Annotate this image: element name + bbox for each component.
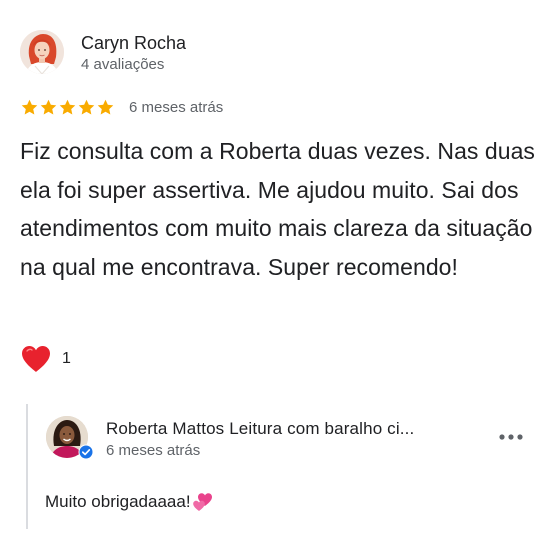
owner-reply-text: Muito obrigadaaaa! [45, 492, 214, 512]
star-icon [40, 99, 57, 114]
review-text: Fiz consulta com a Roberta duas vezes. N… [20, 138, 535, 280]
reviewer-avatar-image [20, 30, 64, 74]
verified-badge-icon [78, 444, 94, 460]
heart-icon [22, 346, 50, 372]
review-date: 6 meses atrás [129, 98, 224, 116]
reviewer-avatar[interactable] [20, 30, 64, 74]
star-rating [20, 98, 115, 117]
owner-reply-message: Muito obrigadaaaa! [45, 492, 191, 511]
reviewer-review-count: 4 avaliações [81, 56, 165, 73]
reaction-button[interactable]: 1 [20, 344, 71, 374]
more-options-icon[interactable] [498, 432, 524, 442]
reaction-count: 1 [62, 350, 71, 367]
owner-reply-date: 6 meses atrás [106, 442, 201, 459]
star-icon [21, 99, 38, 114]
rating-row: 6 meses atrás [20, 96, 223, 118]
reviewer-name[interactable]: Caryn Rocha [81, 33, 186, 54]
two-hearts-icon [192, 493, 212, 511]
star-icon [59, 99, 76, 114]
star-icon [97, 99, 114, 114]
star-icon [78, 99, 95, 114]
review-card: Caryn Rocha 4 avaliações 6 meses atrás F… [0, 0, 554, 549]
owner-name: Roberta Mattos Leitura com baralho ci... [106, 419, 415, 438]
owner-reply: Roberta Mattos Leitura com baralho ci...… [26, 404, 538, 529]
